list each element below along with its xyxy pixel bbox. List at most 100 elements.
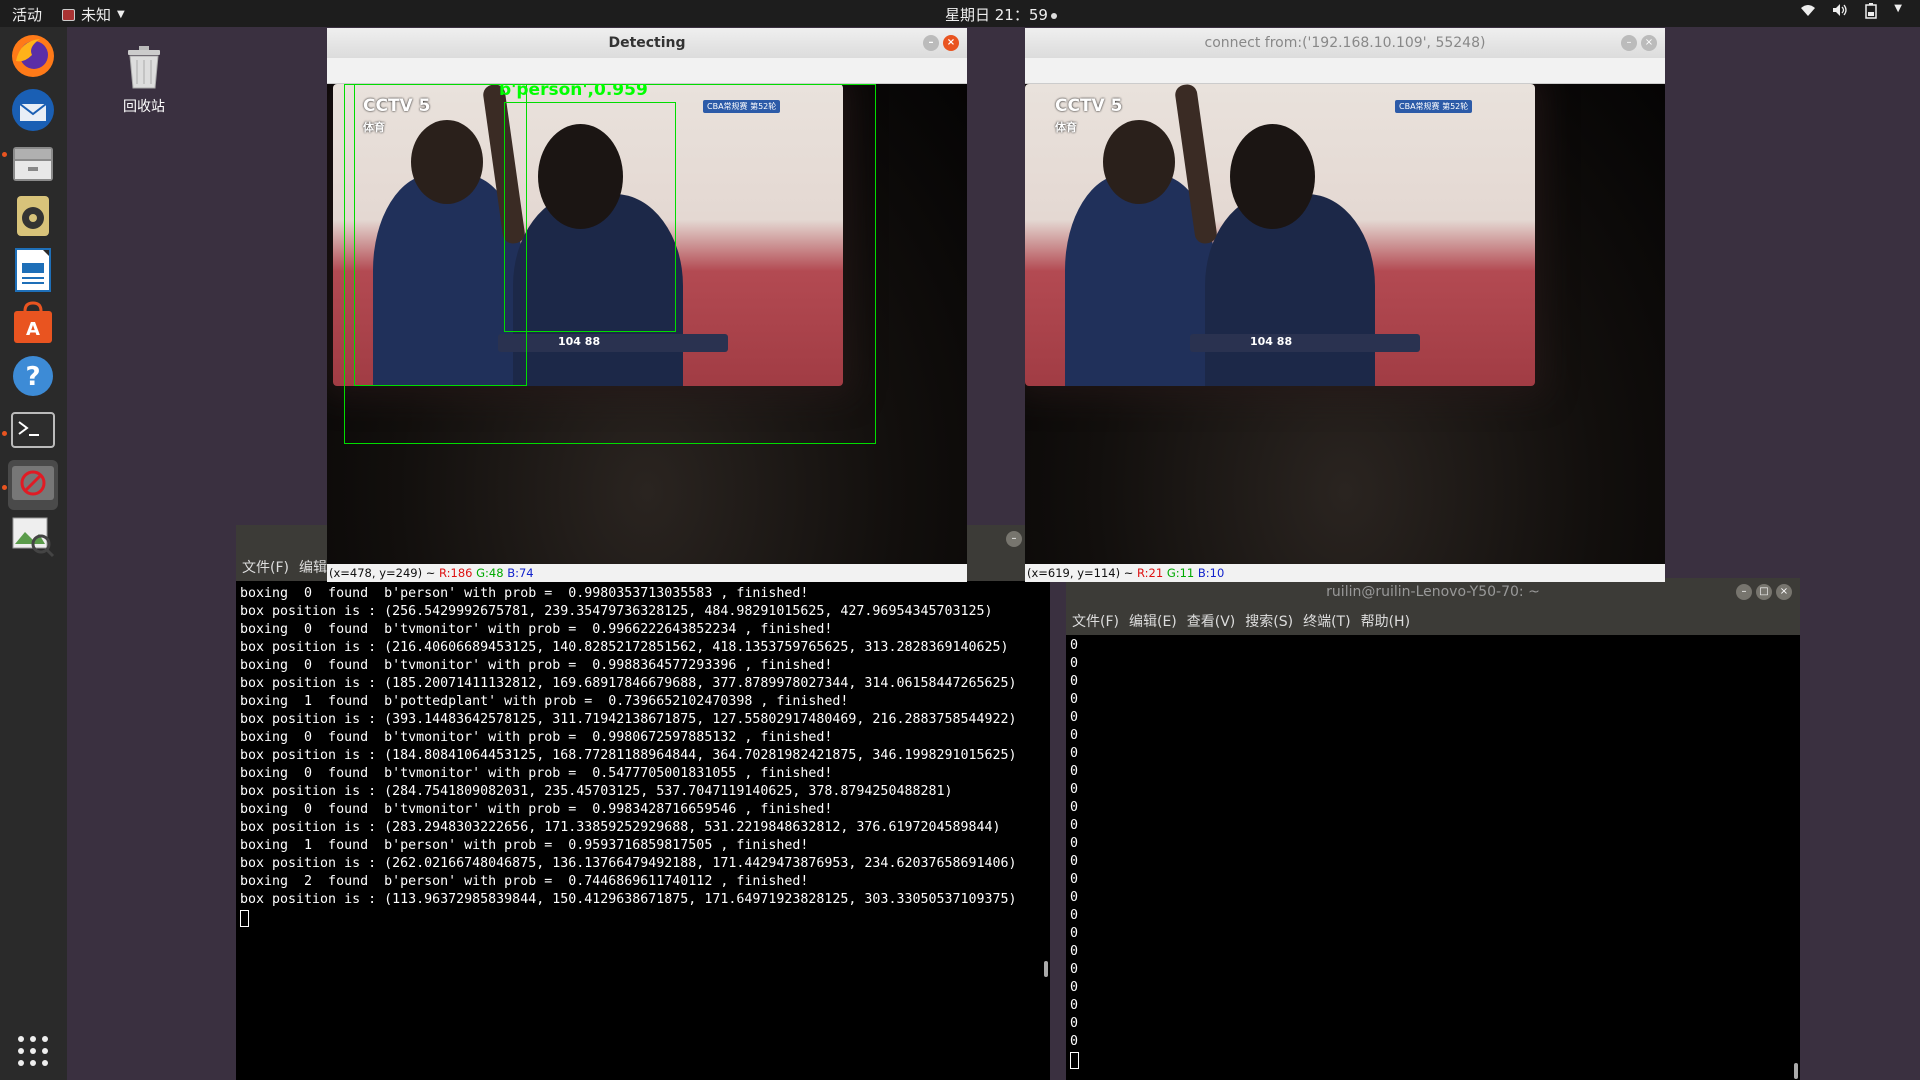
terminal-left-output[interactable]: boxing 0 found b'person' with prob = 0.9… <box>236 581 1050 1080</box>
scrollbar[interactable] <box>1794 1063 1798 1079</box>
cursor-coords: (x=619, y=114) ~ <box>1027 566 1138 580</box>
trash-icon <box>125 44 163 90</box>
detecting-window[interactable]: Detecting – × 104 88 CCTV 5 体育 CBA常规赛 第52… <box>327 28 967 587</box>
menu-file[interactable]: 文件(F) <box>242 557 289 577</box>
detecting-image[interactable]: 104 88 CCTV 5 体育 CBA常规赛 第52轮 b'person',0.… <box>327 84 967 564</box>
scoreboard: 104 88 <box>1190 334 1420 352</box>
terminal-right-menu: 文件(F) 编辑(E) 查看(V) 搜索(S) 终端(T) 帮助(H) <box>1066 607 1800 635</box>
minimize-icon[interactable]: – <box>923 35 939 51</box>
terminal-line: 0 <box>1070 1016 1079 1031</box>
terminal-line: 0 <box>1070 980 1079 995</box>
terminal-line: box position is : (184.80841064453125, 1… <box>240 748 1017 763</box>
dock-image-viewer[interactable] <box>8 460 58 510</box>
terminal-line: 0 <box>1070 944 1079 959</box>
terminal-line: 0 <box>1070 710 1079 725</box>
minimize-icon[interactable]: – <box>1006 531 1022 547</box>
terminal-icon <box>11 412 55 452</box>
terminal-line: 0 <box>1070 800 1079 815</box>
detecting-titlebar[interactable]: Detecting – × <box>327 28 967 58</box>
close-icon[interactable]: × <box>943 35 959 51</box>
terminal-line: 0 <box>1070 836 1079 851</box>
dock-writer[interactable] <box>8 247 58 297</box>
terminal-line: 0 <box>1070 998 1079 1013</box>
connect-statusbar: (x=619, y=114) ~ R:21 G:11 B:10 <box>1025 564 1665 582</box>
desktop-trash[interactable]: 回收站 <box>104 44 184 116</box>
terminal-right-output[interactable]: 0 0 0 0 0 0 0 0 0 0 0 0 0 0 0 0 0 0 0 0 0 0 0 <box>1066 635 1800 1080</box>
activities-button[interactable]: 活动 <box>12 4 42 25</box>
pixel-b: B:10 <box>1197 566 1225 580</box>
dock-firefox[interactable] <box>8 33 58 83</box>
menu-edit[interactable]: 编辑 <box>299 557 327 577</box>
detecting-title: Detecting <box>608 35 686 51</box>
dock-rhythmbox[interactable] <box>8 193 58 243</box>
chevron-down-icon: ▼ <box>1894 3 1902 14</box>
dock-thunderbird[interactable] <box>8 87 58 137</box>
terminal-line: 0 <box>1070 872 1079 887</box>
detection-box <box>504 102 676 332</box>
minimize-icon[interactable]: – <box>1736 584 1752 600</box>
trash-label: 回收站 <box>123 99 165 115</box>
terminal-line: box position is : (185.20071411132812, 1… <box>240 676 1017 691</box>
clock[interactable]: 星期日 21：59 <box>945 4 1057 25</box>
connect-image[interactable]: 104 88 CCTV 5 体育 CBA常规赛 第52轮 <box>1025 84 1665 564</box>
software-center-icon: A <box>12 301 54 349</box>
terminal-window-left[interactable]: – □ 文件(F) 编辑 boxing 0 found b'person' wi… <box>236 525 1050 1080</box>
terminal-window-right[interactable]: ruilin@ruilin-Lenovo-Y50-70: ~ – □ × 文件(… <box>1066 578 1800 1080</box>
clock-label: 星期日 21：59 <box>945 6 1048 24</box>
svg-text:A: A <box>26 319 40 340</box>
detection-label: b'person',0.959 <box>499 84 648 100</box>
terminal-line: box position is : (216.40606689453125, 1… <box>240 640 1009 655</box>
top-bar: 活动 未知 ▼ 星期日 21：59 ▼ <box>0 0 1920 27</box>
terminal-line: box position is : (256.5429992675781, 23… <box>240 604 993 619</box>
wifi-icon <box>1800 3 1816 23</box>
terminal-line: 0 <box>1070 764 1079 779</box>
pixel-g: G:48 <box>476 566 504 580</box>
terminal-menu-item[interactable]: 查看(V) <box>1187 611 1236 631</box>
window-controls: – □ × <box>1736 584 1792 600</box>
score-text: 104 88 <box>1250 335 1293 348</box>
app-icon <box>62 8 75 21</box>
scrollbar[interactable] <box>1044 961 1048 977</box>
connect-titlebar[interactable]: connect from:('192.168.10.109', 55248) –… <box>1025 28 1665 58</box>
terminal-menu-item[interactable]: 文件(F) <box>1072 611 1119 631</box>
pixel-g: G:11 <box>1166 566 1195 580</box>
pixel-r: R:186 <box>439 566 473 580</box>
terminal-line: 0 <box>1070 656 1079 671</box>
detecting-statusbar: (x=478, y=249) ~ R:186 G:48 B:74 <box>327 564 967 582</box>
terminal-line: 0 <box>1070 908 1079 923</box>
terminal-line: 0 <box>1070 674 1079 689</box>
terminal-line: boxing 2 found b'person' with prob = 0.7… <box>240 874 809 889</box>
terminal-line: 0 <box>1070 854 1079 869</box>
app-menu[interactable]: 未知 ▼ <box>62 4 125 25</box>
terminal-menu-item[interactable]: 帮助(H) <box>1361 611 1410 631</box>
dock-help[interactable]: ? <box>8 353 58 403</box>
terminal-line: 0 <box>1070 890 1079 905</box>
connect-window[interactable]: connect from:('192.168.10.109', 55248) –… <box>1025 28 1665 587</box>
close-icon[interactable]: × <box>1776 584 1792 600</box>
detection-box <box>354 84 527 386</box>
terminal-menu-item[interactable]: 搜索(S) <box>1245 611 1293 631</box>
maximize-icon[interactable]: □ <box>1756 584 1772 600</box>
window-controls: – × <box>923 35 959 51</box>
battery-icon <box>1864 3 1878 23</box>
system-tray[interactable]: ▼ <box>1800 3 1902 23</box>
show-apps-grid-icon[interactable] <box>18 1036 48 1066</box>
terminal-line: boxing 1 found b'pottedplant' with prob … <box>240 694 849 709</box>
dock-files[interactable] <box>8 140 58 190</box>
dock-terminal[interactable] <box>8 407 58 457</box>
help-icon: ? <box>11 354 55 402</box>
terminal-menu-item[interactable]: 终端(T) <box>1303 611 1350 631</box>
minimize-icon[interactable]: – <box>1621 35 1637 51</box>
image-viewer-icon <box>11 465 55 505</box>
image-app-icon <box>11 514 55 562</box>
cctv-logo-sub: 体育 <box>1055 121 1077 134</box>
dock-image-app[interactable] <box>8 513 58 563</box>
terminal-line: box position is : (393.14483642578125, 3… <box>240 712 1017 727</box>
dock-software[interactable]: A <box>8 300 58 350</box>
terminal-line: box position is : (262.02166748046875, 1… <box>240 856 1017 871</box>
notification-dot-icon <box>1050 12 1057 19</box>
terminal-cursor <box>240 910 249 927</box>
detecting-toolbar <box>327 58 967 84</box>
close-icon[interactable]: × <box>1641 35 1657 51</box>
terminal-menu-item[interactable]: 编辑(E) <box>1129 611 1177 631</box>
